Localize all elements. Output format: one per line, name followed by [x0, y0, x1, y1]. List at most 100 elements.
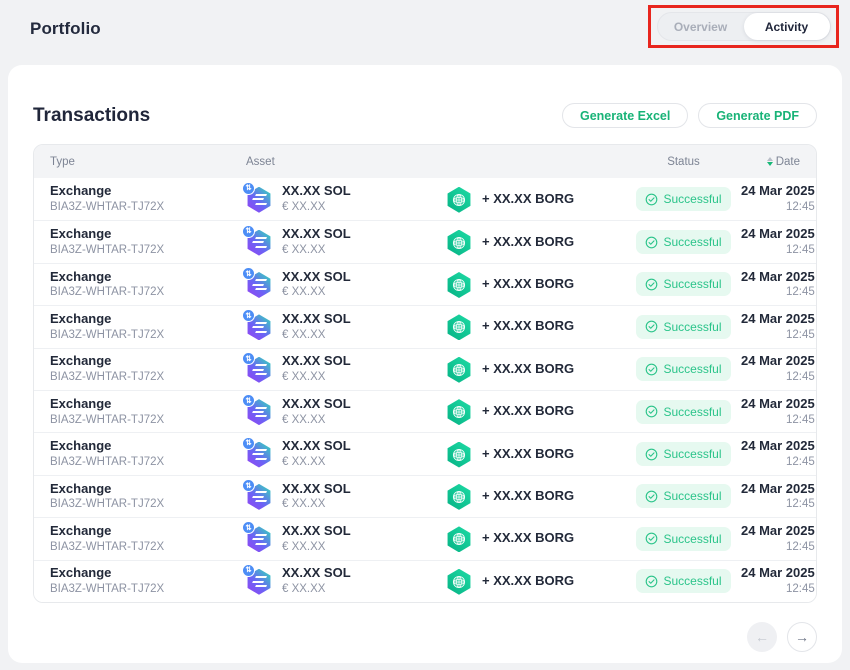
transaction-type: Exchange [50, 183, 246, 200]
table-row[interactable]: Exchange BIA3Z-WHTAR-TJ72X ⇅ XX.XX SOL €… [34, 263, 816, 305]
exchange-swap-badge-icon: ⇅ [242, 267, 255, 280]
status-cell: Successful [636, 527, 730, 551]
sol-token-icon: ⇅ [246, 271, 273, 298]
status-cell: Successful [636, 230, 730, 254]
to-asset-cell: + XX.XX BORG [446, 525, 626, 552]
type-cell: Exchange BIA3Z-WHTAR-TJ72X [50, 183, 246, 215]
column-header-date[interactable]: Date [767, 156, 800, 168]
transaction-reference: BIA3Z-WHTAR-TJ72X [50, 285, 246, 300]
from-fiat-value: € XX.XX [282, 540, 351, 555]
type-cell: Exchange BIA3Z-WHTAR-TJ72X [50, 481, 246, 513]
type-cell: Exchange BIA3Z-WHTAR-TJ72X [50, 353, 246, 385]
status-badge: Successful [636, 400, 730, 424]
transaction-reference: BIA3Z-WHTAR-TJ72X [50, 497, 246, 512]
from-fiat-value: € XX.XX [282, 328, 351, 343]
check-circle-icon [645, 532, 658, 545]
from-asset-cell: ⇅ XX.XX SOL € XX.XX [246, 565, 446, 597]
generate-pdf-button[interactable]: Generate PDF [698, 103, 817, 128]
check-circle-icon [645, 363, 658, 376]
status-badge: Successful [636, 484, 730, 508]
transaction-time: 12:45 [741, 243, 815, 258]
to-asset-cell: + XX.XX BORG [446, 441, 626, 468]
transaction-time: 12:45 [741, 200, 815, 215]
pagination: ← → [33, 622, 817, 652]
previous-page-button[interactable]: ← [747, 622, 777, 652]
sol-token-icon: ⇅ [246, 313, 273, 340]
from-fiat-value: € XX.XX [282, 200, 351, 215]
transaction-reference: BIA3Z-WHTAR-TJ72X [50, 540, 246, 555]
status-badge: Successful [636, 442, 730, 466]
sol-token-icon: ⇅ [246, 398, 273, 425]
table-row[interactable]: Exchange BIA3Z-WHTAR-TJ72X ⇅ XX.XX SOL €… [34, 220, 816, 262]
borg-logo [446, 230, 472, 256]
transaction-date: 24 Mar 2025 [741, 226, 815, 243]
status-badge: Successful [636, 187, 730, 211]
highlight-rectangle: Overview Activity [648, 5, 839, 48]
tab-activity[interactable]: Activity [744, 13, 830, 40]
tab-overview[interactable]: Overview [658, 13, 744, 40]
transactions-table: Type Asset Status Date Exchange BIA3Z-WH… [33, 144, 817, 603]
table-row[interactable]: Exchange BIA3Z-WHTAR-TJ72X ⇅ XX.XX SOL €… [34, 517, 816, 559]
from-asset-cell: ⇅ XX.XX SOL € XX.XX [246, 481, 446, 513]
table-row[interactable]: Exchange BIA3Z-WHTAR-TJ72X ⇅ XX.XX SOL €… [34, 390, 816, 432]
from-fiat-value: € XX.XX [282, 455, 351, 470]
table-row[interactable]: Exchange BIA3Z-WHTAR-TJ72X ⇅ XX.XX SOL €… [34, 432, 816, 474]
transaction-time: 12:45 [741, 582, 815, 597]
status-label: Successful [663, 277, 721, 291]
transaction-date: 24 Mar 2025 [741, 523, 815, 540]
transaction-date: 24 Mar 2025 [741, 481, 815, 498]
table-row[interactable]: Exchange BIA3Z-WHTAR-TJ72X ⇅ XX.XX SOL €… [34, 305, 816, 347]
table-row[interactable]: Exchange BIA3Z-WHTAR-TJ72X ⇅ XX.XX SOL €… [34, 178, 816, 220]
borg-logo [446, 187, 472, 213]
date-cell: 24 Mar 2025 12:45 [741, 396, 815, 428]
from-asset-cell: ⇅ XX.XX SOL € XX.XX [246, 353, 446, 385]
from-fiat-value: € XX.XX [282, 370, 351, 385]
status-label: Successful [663, 532, 721, 546]
status-badge: Successful [636, 357, 730, 381]
transaction-type: Exchange [50, 269, 246, 286]
status-cell: Successful [636, 315, 730, 339]
sort-descending-icon [767, 157, 773, 166]
transactions-header: Transactions Generate Excel Generate PDF [33, 103, 817, 128]
status-label: Successful [663, 405, 721, 419]
column-header-type: Type [50, 156, 246, 168]
next-page-button[interactable]: → [787, 622, 817, 652]
status-badge: Successful [636, 315, 730, 339]
transaction-time: 12:45 [741, 285, 815, 300]
transaction-date: 24 Mar 2025 [741, 565, 815, 582]
from-asset-cell: ⇅ XX.XX SOL € XX.XX [246, 438, 446, 470]
table-row[interactable]: Exchange BIA3Z-WHTAR-TJ72X ⇅ XX.XX SOL €… [34, 348, 816, 390]
from-asset-cell: ⇅ XX.XX SOL € XX.XX [246, 183, 446, 215]
transaction-type: Exchange [50, 481, 246, 498]
status-label: Successful [663, 192, 721, 206]
transaction-reference: BIA3Z-WHTAR-TJ72X [50, 413, 246, 428]
status-cell: Successful [636, 484, 730, 508]
transaction-date: 24 Mar 2025 [741, 438, 815, 455]
from-amount: XX.XX SOL [282, 183, 351, 200]
check-circle-icon [645, 405, 658, 418]
sol-token-icon: ⇅ [246, 186, 273, 213]
transaction-type: Exchange [50, 311, 246, 328]
sol-token-icon: ⇅ [246, 229, 273, 256]
to-asset-cell: + XX.XX BORG [446, 398, 626, 425]
table-row[interactable]: Exchange BIA3Z-WHTAR-TJ72X ⇅ XX.XX SOL €… [34, 475, 816, 517]
status-label: Successful [663, 574, 721, 588]
to-asset-cell: + XX.XX BORG [446, 229, 626, 256]
to-amount: + XX.XX BORG [482, 530, 574, 547]
arrow-right-icon: → [795, 629, 809, 645]
borg-logo [446, 357, 472, 383]
transaction-reference: BIA3Z-WHTAR-TJ72X [50, 200, 246, 215]
borg-logo [446, 526, 472, 552]
borg-logo [446, 399, 472, 425]
from-amount: XX.XX SOL [282, 226, 351, 243]
transactions-title: Transactions [33, 105, 150, 127]
check-circle-icon [645, 278, 658, 291]
status-cell: Successful [636, 442, 730, 466]
borg-token-icon [446, 398, 473, 425]
borg-token-icon [446, 441, 473, 468]
generate-excel-button[interactable]: Generate Excel [562, 103, 688, 128]
to-asset-cell: + XX.XX BORG [446, 186, 626, 213]
table-row[interactable]: Exchange BIA3Z-WHTAR-TJ72X ⇅ XX.XX SOL €… [34, 560, 816, 602]
status-label: Successful [663, 447, 721, 461]
check-circle-icon [645, 236, 658, 249]
